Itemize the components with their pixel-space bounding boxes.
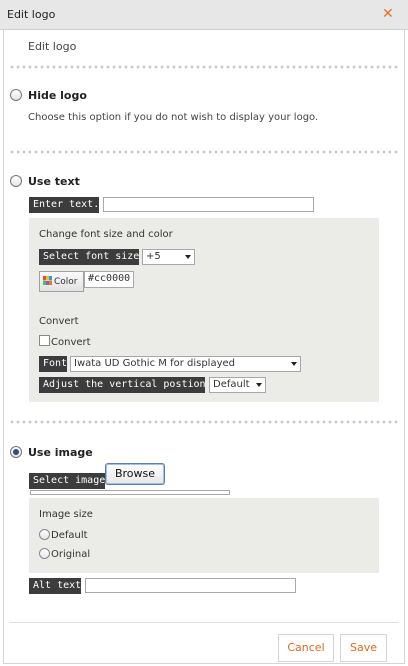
save-button[interactable]: Save bbox=[340, 634, 387, 662]
color-palette-icon bbox=[43, 276, 52, 285]
image-size-title: Image size bbox=[39, 509, 93, 520]
color-button-label: Color bbox=[54, 277, 78, 287]
hide-logo-label: Hide logo bbox=[28, 89, 87, 102]
vertical-position-value: Default bbox=[213, 379, 250, 390]
font-size-label: Select font size bbox=[39, 249, 139, 265]
alt-text-input[interactable] bbox=[85, 578, 296, 593]
font-size-select[interactable]: +5 bbox=[142, 249, 195, 265]
separator bbox=[9, 64, 399, 69]
alt-text-label: Alt text bbox=[29, 578, 81, 594]
enter-text-label: Enter text. bbox=[29, 197, 99, 213]
chevron-down-icon bbox=[291, 362, 297, 366]
use-image-label: Use image bbox=[28, 446, 93, 459]
browse-button[interactable]: Browse bbox=[105, 463, 165, 485]
hide-logo-radio[interactable] bbox=[10, 89, 22, 101]
use-text-radio[interactable] bbox=[10, 175, 22, 187]
use-image-radio[interactable] bbox=[10, 446, 22, 458]
dialog-titlebar: Edit logo ✕ bbox=[0, 0, 408, 30]
text-options-panel bbox=[29, 218, 379, 402]
font-select[interactable]: Iwata UD Gothic M for displayed bbox=[70, 356, 301, 372]
font-label: Font bbox=[39, 356, 67, 372]
dialog-subtitle: Edit logo bbox=[28, 40, 77, 53]
dialog-title: Edit logo bbox=[7, 8, 56, 21]
font-value: Iwata UD Gothic M for displayed bbox=[74, 358, 236, 369]
vertical-position-select[interactable]: Default bbox=[209, 377, 266, 393]
color-button[interactable]: Color bbox=[39, 271, 84, 292]
size-default-label: Default bbox=[51, 530, 88, 541]
close-icon[interactable]: ✕ bbox=[382, 6, 394, 22]
enter-text-input[interactable] bbox=[103, 197, 314, 212]
use-text-label: Use text bbox=[28, 175, 80, 188]
separator bbox=[9, 149, 399, 154]
separator bbox=[9, 419, 399, 424]
hide-logo-description: Choose this option if you do not wish to… bbox=[28, 112, 319, 123]
select-image-label: Select image bbox=[29, 473, 105, 489]
font-size-value: +5 bbox=[146, 251, 161, 262]
vertical-position-label: Adjust the vertical postion bbox=[39, 377, 206, 393]
convert-checkbox[interactable] bbox=[39, 335, 50, 346]
font-section-title: Change font size and color bbox=[39, 229, 173, 240]
cancel-button[interactable]: Cancel bbox=[278, 634, 334, 662]
chevron-down-icon bbox=[256, 383, 262, 387]
convert-checkbox-label: Convert bbox=[51, 337, 91, 348]
size-default-radio[interactable] bbox=[39, 529, 50, 540]
color-value-input[interactable]: #cc0000 bbox=[84, 271, 134, 288]
size-original-radio[interactable] bbox=[39, 548, 50, 559]
chevron-down-icon bbox=[185, 255, 191, 259]
size-original-label: Original bbox=[51, 549, 91, 560]
footer-divider bbox=[9, 622, 399, 623]
convert-title: Convert bbox=[39, 316, 79, 327]
upload-progress-bar bbox=[30, 490, 230, 495]
